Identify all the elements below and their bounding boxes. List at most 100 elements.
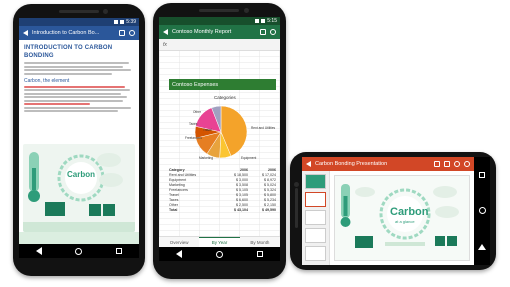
- tab-overview[interactable]: Overview: [159, 237, 199, 247]
- nav-recent-icon[interactable]: [116, 248, 123, 254]
- powerpoint-screen: Carbon Bonding Presentation Carbon at a …: [302, 157, 490, 265]
- table-cell: $ 2,500: [236, 203, 248, 208]
- table-cell: Rent and Utilities: [169, 172, 197, 177]
- table-row[interactable]: Travel $ 3,105 $ 5,800: [169, 192, 276, 197]
- table-row[interactable]: Taxes $ 6,600 $ 5,234: [169, 198, 276, 203]
- header-cell: 2006: [240, 167, 248, 172]
- share-icon[interactable]: [454, 161, 460, 167]
- document-title: Introduction to Carbon Bo...: [32, 30, 100, 36]
- save-icon[interactable]: [260, 29, 266, 35]
- table-row[interactable]: Total $ 43,104 $ 49,590: [169, 208, 276, 213]
- excel-appbar: Contoso Monthly Report: [159, 25, 280, 39]
- header-cell: 2006: [268, 167, 276, 172]
- table-cell: $ 8,972: [264, 177, 276, 182]
- tab-label: By Year: [211, 240, 228, 245]
- pie-label: Rent and Utilities: [251, 126, 276, 130]
- slide-subtitle: at a glance: [395, 219, 415, 224]
- slide-thumbnail-selected[interactable]: [305, 192, 326, 207]
- sheet-tabs: Overview By Year By Month: [159, 236, 280, 247]
- presentation-title: Carbon Bonding Presentation: [315, 161, 388, 167]
- table-cell: $ 49,590: [262, 208, 276, 213]
- share-icon[interactable]: [129, 30, 135, 36]
- table-cell: $ 3,508: [236, 182, 248, 187]
- back-arrow-icon[interactable]: [306, 161, 311, 167]
- battery-icon: [261, 19, 266, 23]
- infographic-art: [23, 152, 135, 232]
- layout-icon[interactable]: [444, 161, 450, 167]
- front-camera: [103, 9, 108, 14]
- nav-home-icon[interactable]: [216, 250, 223, 258]
- table-cell: $ 3,105: [236, 193, 248, 198]
- table-cell: $ 18,500: [234, 172, 248, 177]
- table-cell: $ 5,024: [264, 182, 276, 187]
- nav-recent-icon[interactable]: [257, 251, 263, 257]
- nav-back-icon[interactable]: [478, 243, 486, 250]
- pie-label: Equipment: [241, 156, 256, 160]
- word-screen: 5:39 Introduction to Carbon Bo... INTROD…: [19, 18, 139, 258]
- speaker-grille: [295, 188, 298, 228]
- table-row[interactable]: Equipment $ 3,000 $ 8,972: [169, 177, 276, 182]
- text-line: [24, 62, 129, 65]
- table-cell: $ 3,000: [236, 177, 248, 182]
- text-line: [24, 99, 123, 102]
- header-cell: Category: [169, 167, 185, 172]
- document-footer-band: [19, 232, 139, 244]
- table-cell: $ 17,024: [262, 172, 276, 177]
- slide-thumbnail[interactable]: [305, 246, 326, 261]
- pie-label: Travel: [203, 128, 212, 132]
- save-icon[interactable]: [434, 161, 440, 167]
- slide-thumbnails: [302, 171, 330, 265]
- back-arrow-icon[interactable]: [23, 30, 28, 36]
- table-row[interactable]: Rent and Utilities $ 18,500 $ 17,024: [169, 172, 276, 177]
- status-time: 5:39: [126, 19, 136, 25]
- nav-home-icon[interactable]: [478, 206, 486, 214]
- sheet-title: Contoso Expenses: [172, 81, 219, 88]
- table-cell: Freelancers: [169, 187, 188, 192]
- back-arrow-icon[interactable]: [163, 29, 168, 35]
- text-line: [24, 89, 130, 92]
- powerpoint-app: Carbon Bonding Presentation: [302, 157, 474, 171]
- speaker-grille: [199, 9, 239, 12]
- text-line: [24, 65, 123, 68]
- android-navbar: [474, 157, 490, 265]
- current-slide[interactable]: Carbon at a glance: [334, 175, 470, 261]
- pie-label: Other: [193, 110, 202, 114]
- play-icon[interactable]: [464, 161, 470, 167]
- battery-icon: [120, 20, 125, 24]
- nav-back-icon[interactable]: [176, 250, 182, 258]
- highlighted-text-line: [24, 103, 90, 106]
- sheet-title-band: Contoso Expenses: [169, 79, 276, 90]
- table-cell: $ 2,150: [264, 203, 276, 208]
- table-cell: $ 43,104: [234, 208, 248, 213]
- table-row[interactable]: Freelancers $ 5,105 $ 5,324: [169, 187, 276, 192]
- document-body[interactable]: INTRODUCTION TO CARBON BONDING Carbon, t…: [19, 40, 139, 118]
- share-icon[interactable]: [270, 29, 276, 35]
- text-line: [24, 72, 112, 75]
- table-cell: Equipment: [169, 177, 187, 182]
- nav-back-icon[interactable]: [35, 247, 42, 255]
- layout-icon[interactable]: [119, 30, 125, 36]
- table-cell: Other: [169, 203, 178, 208]
- formula-bar[interactable]: fx: [159, 39, 280, 51]
- tab-by-month[interactable]: By Month: [240, 237, 280, 247]
- text-line: [24, 96, 128, 99]
- slide-thumbnail[interactable]: [305, 174, 326, 189]
- nav-home-icon[interactable]: [75, 247, 83, 255]
- table-cell: $ 5,324: [264, 187, 276, 192]
- expenses-table[interactable]: Category 2006 2006 Rent and Utilities $ 1…: [169, 167, 276, 213]
- table-header: Category 2006 2006: [169, 167, 276, 172]
- signal-icon: [255, 19, 260, 23]
- table-cell: $ 5,105: [236, 187, 248, 192]
- text-line: [24, 106, 131, 109]
- tab-by-year[interactable]: By Year: [199, 237, 240, 247]
- table-row[interactable]: Other $ 2,500 $ 2,150: [169, 203, 276, 208]
- slide-thumbnail[interactable]: [305, 210, 326, 225]
- infographic-title: Carbon: [67, 170, 95, 179]
- highlighted-text-line: [24, 85, 126, 88]
- speaker-grille: [59, 10, 99, 13]
- nav-recent-icon[interactable]: [479, 171, 485, 178]
- slide-thumbnail[interactable]: [305, 228, 326, 243]
- expenses-pie-chart[interactable]: Other Taxes Freelancers Marketing Equipment R…: [169, 101, 276, 163]
- tab-label: Overview: [169, 239, 189, 245]
- table-row[interactable]: Marketing $ 3,508 $ 5,024: [169, 182, 276, 187]
